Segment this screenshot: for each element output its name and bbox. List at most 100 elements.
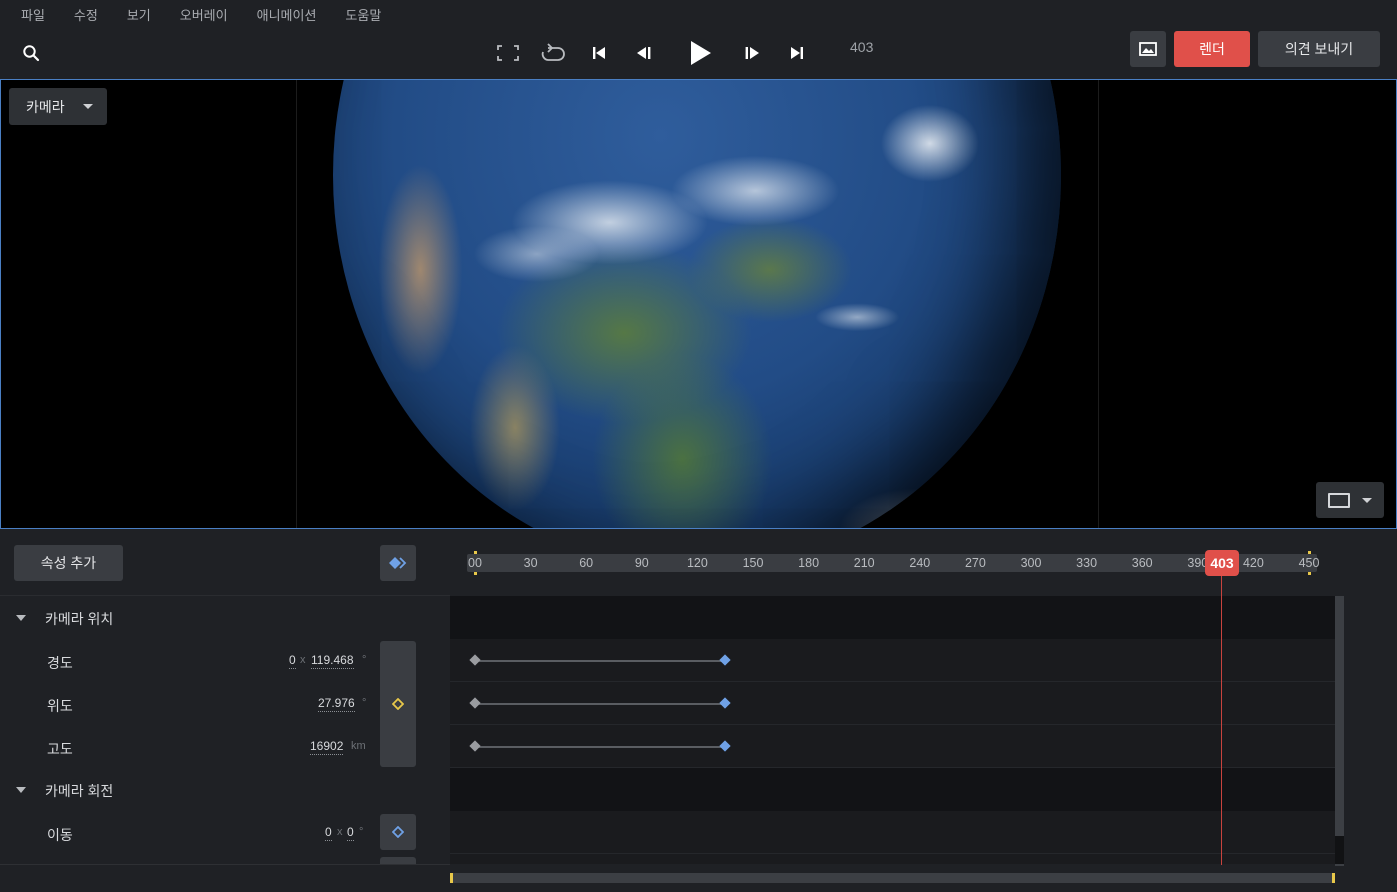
keyframe-nav-button[interactable] [380,545,416,581]
camera-dropdown[interactable]: 카메라 [9,88,107,125]
keyframe-marker[interactable] [469,697,481,709]
scroll-handle-start[interactable] [450,873,453,883]
add-keyframe-button[interactable] [380,641,416,767]
track-latitude [450,682,1335,725]
current-frame-readout: 403 [850,39,874,55]
track-move [450,811,1335,854]
menu-animation[interactable]: 애니메이션 [257,5,317,24]
step-back-button[interactable] [632,34,656,72]
fullscreen-button[interactable] [494,34,522,72]
play-icon [691,41,711,65]
timeline-tick-label: 30 [523,556,538,570]
timeline-tick-label: 330 [1076,556,1098,570]
unit-label: ° [362,697,367,709]
keyframe-interpolation-line [479,660,725,662]
range-marker-dot [474,551,477,554]
skip-to-start-button[interactable] [588,34,610,72]
track-group-position [450,596,1335,639]
feedback-button[interactable]: 의견 보내기 [1258,31,1380,67]
render-button[interactable]: 렌더 [1174,31,1250,67]
move-value-a[interactable]: 0 [325,825,332,841]
viewport-3d[interactable]: 카메라 [0,79,1397,529]
chevron-down-icon [1362,498,1372,503]
group-camera-position[interactable]: 카메라 위치 [0,596,450,639]
keyframe-marker[interactable] [719,740,731,752]
longitude-value[interactable]: 119.468 [311,653,354,669]
keyframe-marker[interactable] [719,697,731,709]
camera-dropdown-label: 카메라 [26,98,65,115]
loop-icon [541,43,565,61]
property-move: 이동 0 x 0 ° [0,811,380,854]
menu-help[interactable]: 도움말 [345,5,381,24]
timeline-tracks[interactable] [450,596,1335,864]
property-name: 이동 [47,827,73,843]
toolbar: 403 렌더 의견 보내기 [0,28,1397,78]
longitude-value-a[interactable]: 0 [289,653,296,669]
skip-end-icon [791,47,803,59]
altitude-value[interactable]: 16902 [310,739,344,755]
keyframe-diamond-icon [392,826,404,838]
timeline-zoom-scrollbar[interactable] [450,873,1335,883]
image-icon [1139,42,1157,56]
track-group-rotation [450,768,1335,811]
caret-down-icon [16,787,26,793]
aspect-ratio-dropdown[interactable] [1316,482,1384,518]
menu-bar: 파일 수정 보기 오버레이 애니메이션 도움말 [0,0,1397,28]
skip-start-icon [593,47,605,59]
snapshot-button[interactable] [1130,31,1166,67]
timeline-ruler[interactable]: 00 30 60 90 120 150 180 210 240 270 300 330 360 390 42… [467,551,1319,575]
step-forward-button[interactable] [740,34,764,72]
search-button[interactable] [18,40,44,66]
menu-overlay[interactable]: 오버레이 [180,5,228,24]
range-marker-dot [1308,572,1311,575]
app-window: 파일 수정 보기 오버레이 애니메이션 도움말 403 렌더 의견 보내기 카메… [0,0,1397,892]
property-name: 위도 [47,698,73,714]
keyframe-marker[interactable] [469,740,481,752]
property-latitude: 위도 27.976 ° [0,682,380,725]
group-camera-rotation[interactable]: 카메라 회전 [0,768,450,811]
keyframe-nav-icon [389,557,407,569]
panel-bottom-border [0,864,450,865]
unit-label: ° [359,826,364,838]
loop-button[interactable] [538,34,568,72]
timeline-tick-label: 60 [579,556,594,570]
caret-down-icon [16,615,26,621]
search-icon [23,45,40,62]
frame-guide-right [1098,80,1099,528]
latitude-value[interactable]: 27.976 [318,696,355,712]
value-separator: x [300,654,306,666]
track-longitude [450,639,1335,682]
frame-guide-left [296,80,297,528]
group-label: 카메라 위치 [45,611,114,627]
vertical-scrollbar[interactable] [1335,596,1344,866]
add-attribute-button[interactable]: 속성 추가 [14,545,123,581]
timeline-tick-label: 240 [909,556,931,570]
menu-file[interactable]: 파일 [21,5,45,24]
keyframe-marker[interactable] [719,654,731,666]
aspect-ratio-icon [1328,493,1350,508]
property-name: 고도 [47,741,73,757]
play-button[interactable] [684,34,716,72]
menu-edit[interactable]: 수정 [74,5,98,24]
timeline-tick-label: 150 [742,556,764,570]
scroll-handle-end[interactable] [1332,873,1335,883]
timeline-tick-label: 120 [686,556,708,570]
track-altitude [450,725,1335,768]
timeline-tick-label: 360 [1131,556,1153,570]
step-back-icon [637,47,651,59]
menu-view[interactable]: 보기 [127,5,151,24]
animation-panel: 속성 추가 카메라 위치 경도 0 x 119.468 ° 위도 27.976 … [0,530,1397,892]
value-separator: x [337,826,343,838]
range-marker-dot [1308,551,1311,554]
property-longitude: 경도 0 x 119.468 ° [0,639,380,682]
add-keyframe-button-rotation[interactable] [380,814,416,850]
vertical-scrollbar-thumb[interactable] [1335,836,1344,864]
skip-to-end-button[interactable] [786,34,808,72]
timeline-tick-label: 270 [964,556,986,570]
timeline-tick-label: 180 [798,556,820,570]
keyframe-marker[interactable] [469,654,481,666]
move-value-b[interactable]: 0 [347,825,354,841]
chevron-down-icon [83,104,93,109]
playhead-handle[interactable]: 403 [1205,550,1239,576]
keyframe-diamond-icon [392,698,404,710]
